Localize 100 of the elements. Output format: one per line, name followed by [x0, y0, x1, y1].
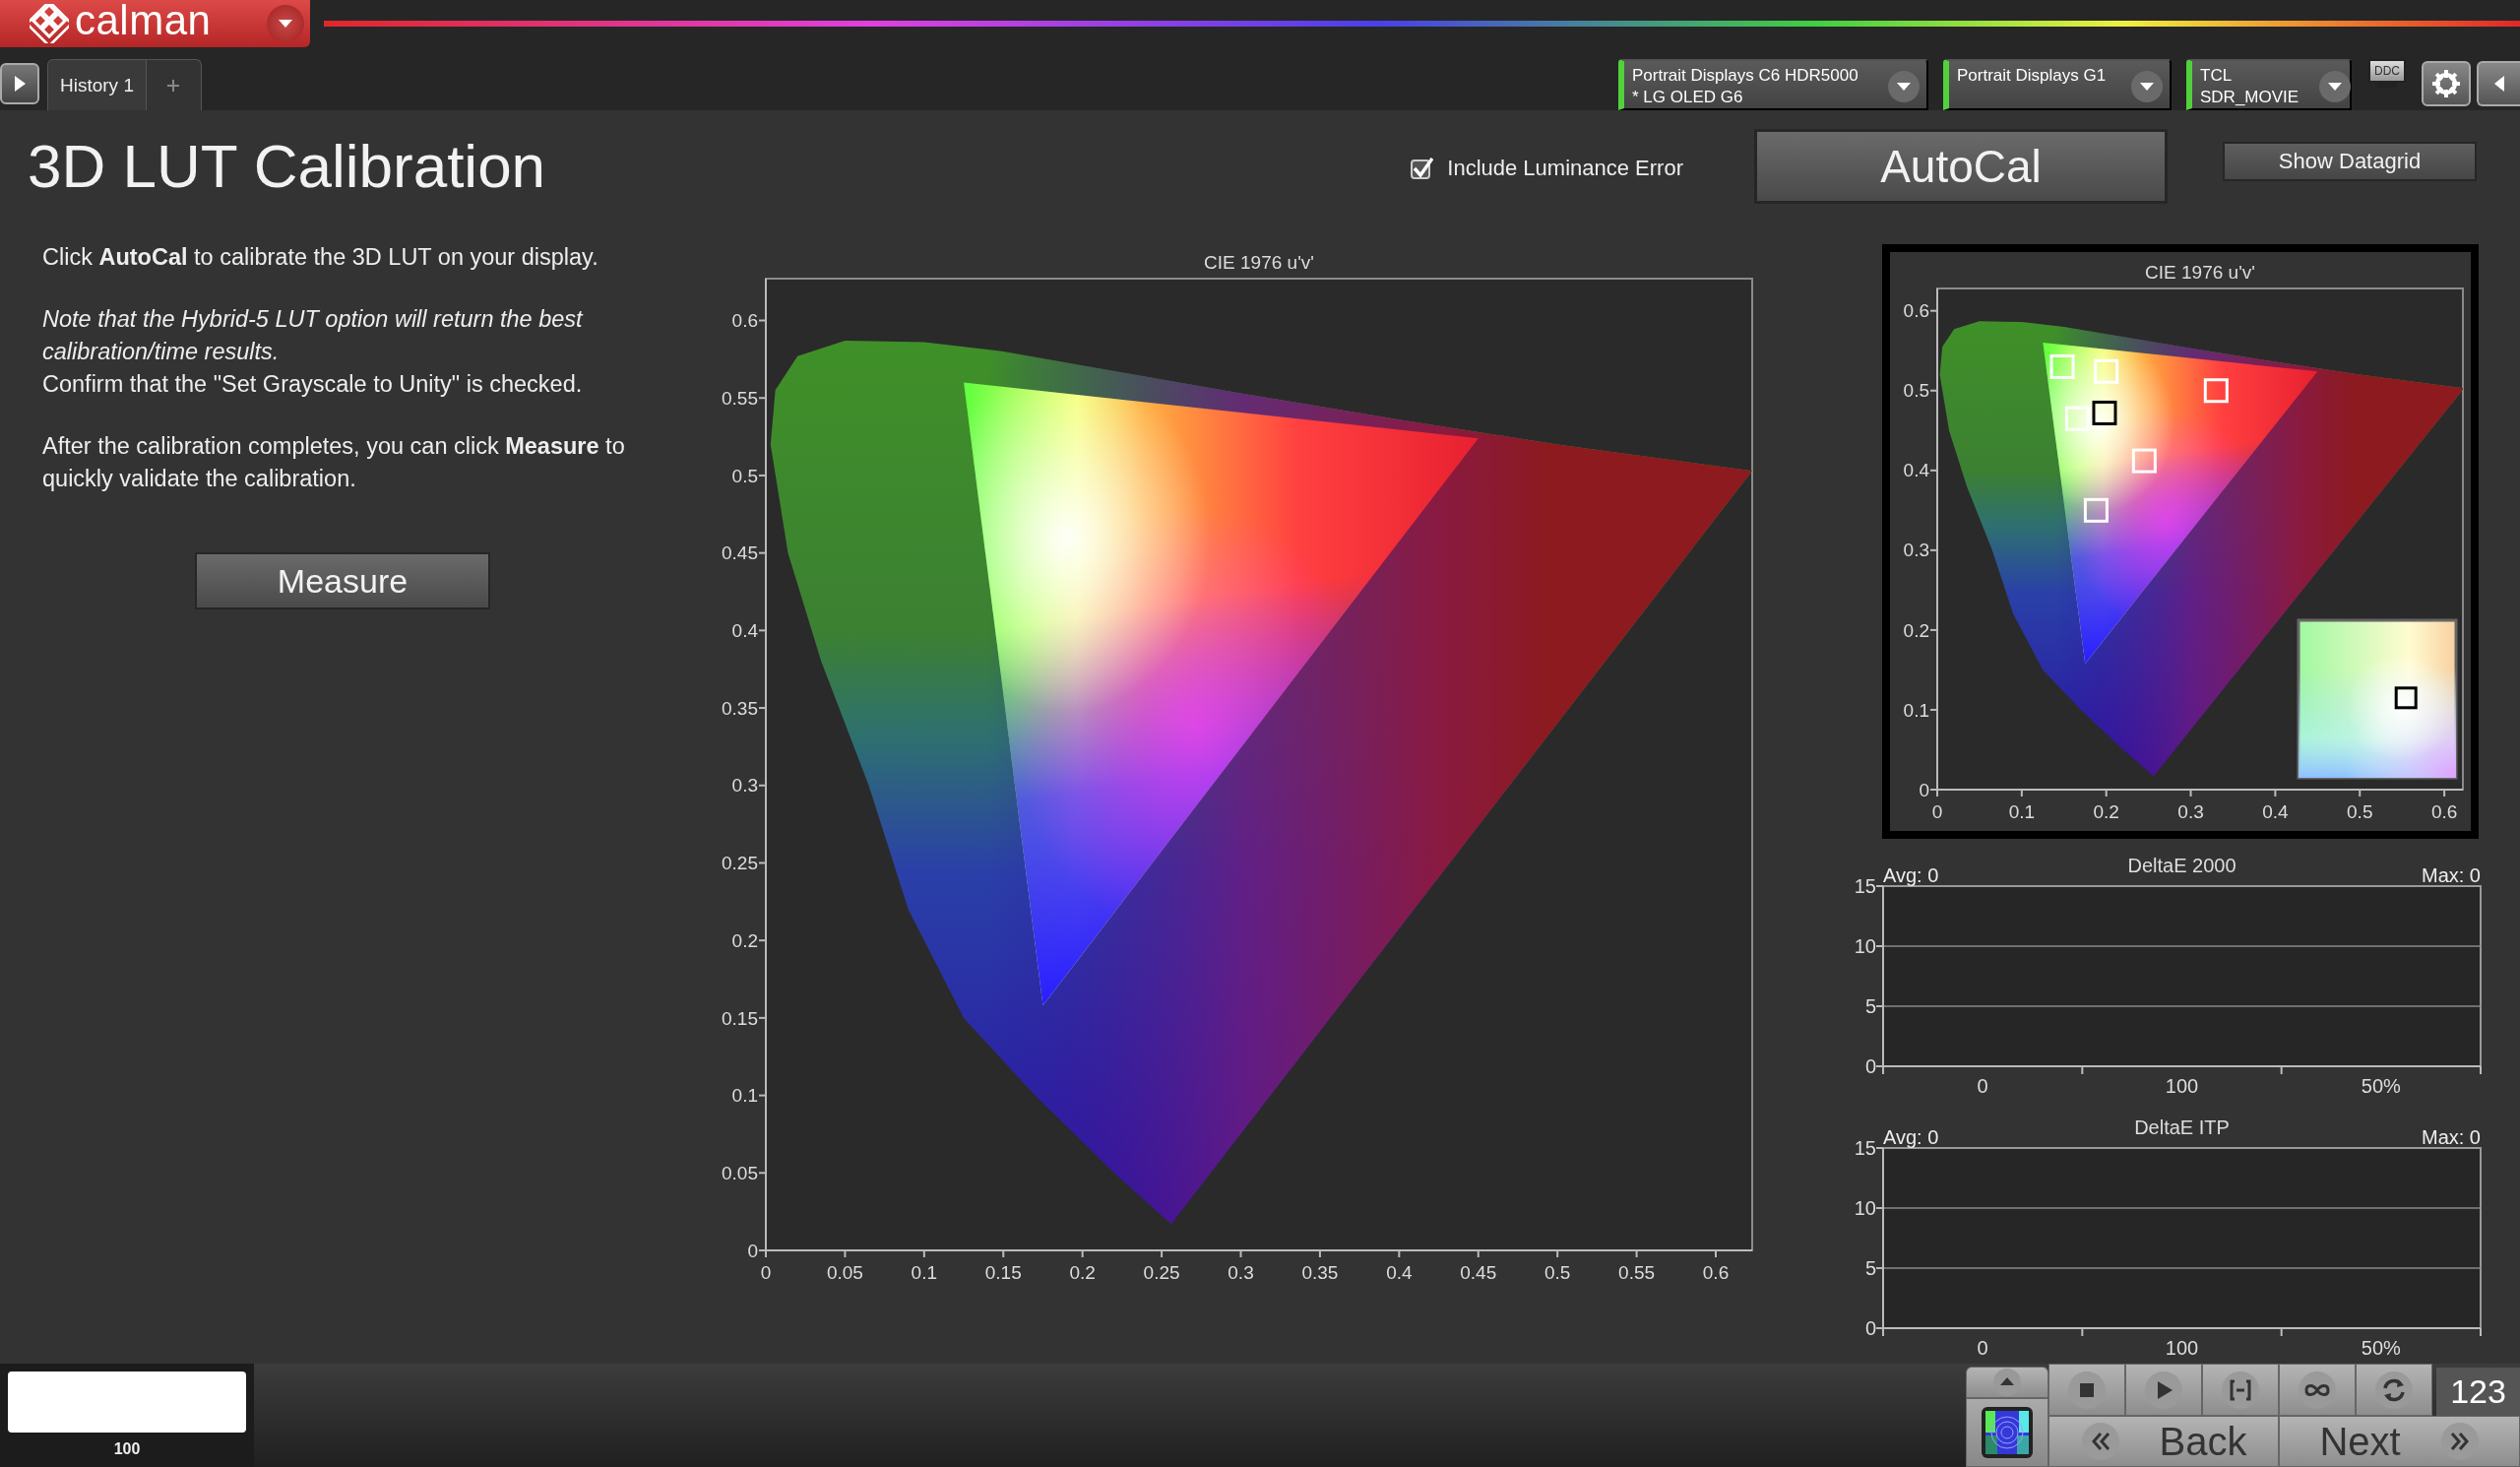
average-label: Avg: 0 — [1883, 1126, 1939, 1148]
y-tick-label: 5 — [1864, 995, 1876, 1017]
maximum-label: Max: 0 — [2421, 864, 2481, 886]
x-tick-label: 0.6 — [1702, 1262, 1730, 1283]
chart-title: DeltaE 2000 — [2127, 855, 2236, 876]
x-tick-label: 0.4 — [1386, 1262, 1413, 1283]
caret-down-icon — [278, 19, 293, 29]
y-tick-label: 0.3 — [731, 775, 758, 797]
expand-button[interactable] — [0, 63, 39, 104]
show-datagrid-button[interactable]: Show Datagrid — [2223, 141, 2477, 181]
chart-title: DeltaE ITP — [2134, 1116, 2230, 1138]
x-tick-label: 0.4 — [2262, 801, 2289, 822]
step-counter: 123 — [2436, 1368, 2520, 1416]
x-tick-label: 0.1 — [911, 1262, 938, 1283]
x-tick-label: 0 — [760, 1262, 772, 1283]
data-point — [2083, 497, 2109, 523]
back-button[interactable]: Back — [2048, 1416, 2279, 1467]
device-selector[interactable]: Portrait Displays G1 — [1943, 59, 2172, 110]
refresh-button[interactable] — [2356, 1364, 2432, 1416]
x-tick-label: 0.6 — [2430, 801, 2458, 822]
checkbox-label: Include Luminance Error — [1447, 155, 1683, 181]
y-tick-label: 0.45 — [722, 542, 758, 564]
x-tick-label: 0.35 — [1301, 1262, 1339, 1283]
page-title: 3D LUT Calibration — [28, 131, 546, 201]
y-tick-label: 0.5 — [1903, 380, 1929, 402]
y-tick-label: 0.5 — [731, 465, 758, 486]
y-tick-label: 0 — [1919, 779, 1929, 800]
y-tick-label: 0.6 — [731, 310, 758, 332]
data-point — [2065, 406, 2090, 431]
play-button[interactable] — [2125, 1364, 2202, 1416]
ddc-button[interactable]: DDC — [2361, 59, 2414, 106]
average-label: Avg: 0 — [1883, 864, 1939, 886]
play-icon — [2144, 1370, 2183, 1410]
y-tick-label: 5 — [1864, 1257, 1876, 1279]
x-tick-label: 0.15 — [984, 1262, 1022, 1283]
app-logo-text: calman — [75, 0, 212, 44]
x-tick-label: 0 — [1931, 801, 1943, 822]
device-selector[interactable]: Portrait Displays C6 HDR5000 * LG OLED G6 — [1618, 59, 1928, 110]
y-tick-label: 10 — [1854, 1197, 1876, 1219]
settings-button[interactable] — [2422, 61, 2471, 106]
x-tick-label: 0.2 — [2093, 801, 2119, 822]
instruction-text: Confirm that the "Set Grayscale to Unity" is checked. — [42, 370, 584, 399]
x-tick-label: 0.45 — [1460, 1262, 1497, 1283]
data-point — [2203, 378, 2229, 404]
x-tick-label: 0.5 — [1544, 1262, 1571, 1283]
infinity-icon — [2298, 1370, 2337, 1410]
diamond-logo-icon — [30, 4, 69, 43]
maximum-label: Max: 0 — [2421, 1126, 2481, 1148]
bracket-icon — [2221, 1370, 2260, 1410]
instruction-text: Click AutoCal to calibrate the 3D LUT on your display. — [42, 243, 599, 272]
x-tick-label: 50% — [2361, 1337, 2401, 1359]
collapse-button[interactable] — [2477, 61, 2520, 106]
y-tick-label: 0 — [1864, 1055, 1876, 1077]
y-tick-label: 0.3 — [1903, 540, 1929, 561]
plus-icon — [166, 78, 181, 93]
y-tick-label: 10 — [1854, 935, 1876, 957]
y-tick-label: 0.4 — [1903, 460, 1929, 481]
swatch-label: 100 — [113, 1440, 141, 1458]
instruction-text: Note that the Hybrid-5 LUT option will return the best calibration/time results. — [42, 305, 585, 366]
double-chevron-right-icon — [2439, 1422, 2480, 1461]
bracket-button[interactable] — [2202, 1364, 2279, 1416]
y-tick-label: 0.2 — [1903, 619, 1929, 641]
caret-up-icon — [1992, 1368, 2022, 1397]
infinity-button[interactable] — [2279, 1364, 2356, 1416]
dropdown-caret-icon — [2318, 70, 2353, 103]
double-chevron-left-icon — [2080, 1422, 2120, 1461]
autocal-button[interactable]: AutoCal — [1754, 128, 2168, 204]
y-tick-label: 0.2 — [731, 929, 758, 951]
test-pattern-icon — [1981, 1406, 2034, 1459]
data-point — [2049, 353, 2075, 379]
y-tick-label: 15 — [1854, 1137, 1876, 1159]
dropdown-caret-icon — [2130, 70, 2164, 103]
data-point — [2131, 448, 2157, 474]
expand-up-button[interactable] — [1966, 1367, 2048, 1398]
play-icon — [13, 75, 27, 93]
x-tick-label: 0.3 — [2177, 801, 2204, 822]
data-point — [2094, 358, 2119, 384]
app-menu-button[interactable] — [267, 5, 304, 42]
caret-left-icon — [2492, 75, 2506, 93]
x-tick-label: 0.05 — [826, 1262, 863, 1283]
measure-button[interactable]: Measure — [195, 552, 490, 609]
x-tick-label: 0.3 — [1228, 1262, 1254, 1283]
y-tick-label: 0.55 — [722, 387, 758, 409]
x-tick-label: 0.1 — [2008, 801, 2036, 822]
y-tick-label: 15 — [1854, 875, 1876, 897]
y-tick-label: 0.1 — [1903, 699, 1929, 721]
x-tick-label: 0.2 — [1069, 1262, 1096, 1283]
refresh-icon — [2374, 1370, 2414, 1410]
next-button[interactable]: Next — [2279, 1416, 2520, 1467]
dropdown-caret-icon — [1887, 70, 1921, 103]
device-selector[interactable]: TCL SDR_MOVIE — [2186, 59, 2352, 110]
y-tick-label: 0.25 — [722, 853, 758, 874]
stop-button[interactable] — [2048, 1364, 2125, 1416]
y-tick-label: 0 — [1864, 1317, 1876, 1339]
x-tick-label: 50% — [2361, 1075, 2401, 1097]
history-tab[interactable]: History 1 — [47, 59, 147, 110]
data-point — [2092, 400, 2117, 425]
chart-title: CIE 1976 u'v' — [2145, 262, 2255, 283]
x-tick-label: 0.55 — [1618, 1262, 1656, 1283]
x-tick-label: 100 — [2165, 1075, 2199, 1097]
